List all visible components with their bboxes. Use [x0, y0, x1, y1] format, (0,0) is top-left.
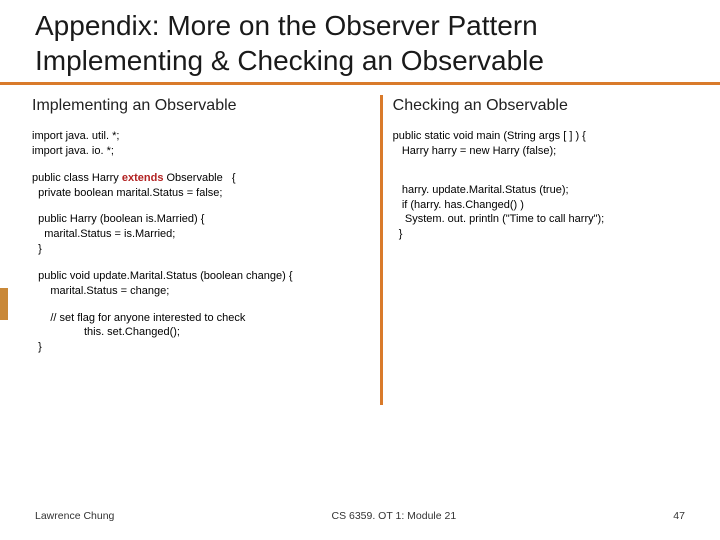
right-column: Checking an Observable public static voi…: [383, 97, 691, 540]
left-code-method: public void update.Marital.Status (boole…: [32, 269, 370, 299]
footer: Lawrence Chung CS 6359. OT 1: Module 21 …: [0, 510, 720, 522]
content-area: Implementing an Observable import java. …: [0, 85, 720, 540]
title-line-2: Implementing & Checking an Observable: [35, 43, 685, 78]
slide: Appendix: More on the Observer Pattern I…: [0, 0, 720, 540]
left-code-imports: import java. util. *; import java. io. *…: [32, 129, 370, 159]
code-text: public class Harry: [32, 172, 122, 184]
spacer: [393, 159, 691, 183]
spacer: [32, 299, 370, 311]
footer-author: Lawrence Chung: [35, 510, 114, 522]
title-line-1: Appendix: More on the Observer Pattern: [35, 8, 685, 43]
right-code-main: public static void main (String args [ ]…: [393, 129, 691, 159]
keyword-extends: extends: [122, 172, 164, 184]
spacer: [32, 159, 370, 171]
left-code-class: public class Harry extends Observable { …: [32, 171, 370, 201]
accent-bar: [0, 288, 8, 320]
right-heading: Checking an Observable: [393, 97, 691, 115]
title-block: Appendix: More on the Observer Pattern I…: [0, 0, 720, 85]
left-column: Implementing an Observable import java. …: [32, 97, 380, 540]
spacer: [32, 200, 370, 212]
spacer: [32, 257, 370, 269]
left-code-comment: // set flag for anyone interested to che…: [32, 311, 370, 356]
left-code-constructor: public Harry (boolean is.Married) { mari…: [32, 212, 370, 257]
page-number: 47: [673, 510, 685, 522]
footer-course: CS 6359. OT 1: Module 21: [331, 510, 456, 522]
right-code-body: harry. update.Marital.Status (true); if …: [393, 183, 691, 242]
left-heading: Implementing an Observable: [32, 97, 370, 115]
